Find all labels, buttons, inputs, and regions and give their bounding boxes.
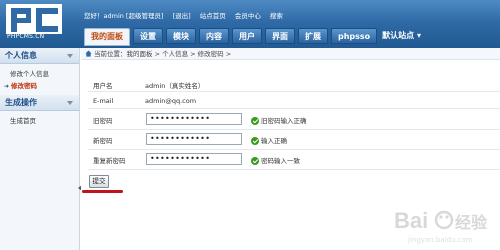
logout-link[interactable]: [退出] bbox=[173, 10, 191, 20]
header: PHPCMS.CN 您好！admin [超级管理员] [退出] 站点首页 会员中… bbox=[0, 0, 500, 48]
divider bbox=[88, 91, 500, 92]
email-label: E-mail bbox=[93, 97, 114, 105]
old-password-input[interactable]: •••••••••••• bbox=[146, 113, 242, 125]
repeat-password-tip-text: 密码输入一致 bbox=[261, 157, 300, 165]
sidebar-section-generate[interactable]: 生成操作 bbox=[0, 95, 79, 111]
sidebar-item-label: 修改密码 bbox=[11, 82, 38, 90]
submit-button[interactable]: 提交 bbox=[89, 175, 109, 188]
svg-text:Bai: Bai bbox=[394, 208, 428, 233]
old-password-row: 旧密码 •••••••••••• 旧密码输入正确 bbox=[88, 113, 348, 127]
logo-subtitle: PHPCMS.CN bbox=[7, 33, 45, 40]
top-links: 您好！admin [超级管理员] [退出] 站点首页 会员中心 搜索 bbox=[84, 10, 290, 20]
sidebar-section-title: 个人信息 bbox=[5, 51, 37, 60]
tab-interface[interactable]: 界面 bbox=[265, 28, 295, 44]
new-password-tip: 输入正确 bbox=[251, 135, 287, 145]
old-password-tip-text: 旧密码输入正确 bbox=[261, 117, 307, 125]
chevron-down-icon bbox=[67, 101, 73, 105]
greeting-text: 您好！admin [超级管理员] bbox=[84, 12, 164, 20]
search-link[interactable]: 搜索 bbox=[270, 10, 283, 20]
breadcrumb-text: 当前位置：我的面板 > 个人信息 > 修改密码 > bbox=[94, 50, 232, 58]
svg-text:经验: 经验 bbox=[455, 213, 488, 232]
repeat-password-input[interactable]: •••••••••••• bbox=[146, 153, 242, 165]
sidebar-item-edit-profile[interactable]: 修改个人信息 bbox=[0, 68, 79, 80]
username-row: 用户名 admin（真实姓名） bbox=[88, 78, 348, 92]
sidebar-section-title: 生成操作 bbox=[5, 98, 37, 107]
main-nav: 我的面板 设置 模块 内容 用户 界面 扩展 phpsso 默认站点 ▾ bbox=[84, 28, 421, 46]
sidebar: 个人信息 修改个人信息 ➜ 修改密码 生成操作 生成首页 bbox=[0, 48, 80, 250]
site-select[interactable]: 默认站点 ▾ bbox=[382, 28, 421, 44]
username-value: admin（真实姓名） bbox=[145, 82, 205, 90]
chevron-down-icon bbox=[67, 54, 73, 58]
member-center-link[interactable]: 会员中心 bbox=[235, 10, 261, 20]
sidebar-item-change-password[interactable]: ➜ 修改密码 bbox=[0, 80, 79, 92]
tab-users[interactable]: 用户 bbox=[232, 28, 262, 44]
tab-settings[interactable]: 设置 bbox=[133, 28, 163, 44]
repeat-password-label: 重复新密码 bbox=[93, 157, 126, 165]
new-password-label: 新密码 bbox=[93, 137, 113, 145]
caret-down-icon: ▾ bbox=[414, 31, 421, 40]
tab-phpsso[interactable]: phpsso bbox=[331, 28, 378, 44]
repeat-password-tip: 密码输入一致 bbox=[251, 155, 300, 165]
sidebar-section-personal-info[interactable]: 个人信息 bbox=[0, 48, 79, 64]
username-label: 用户名 bbox=[93, 82, 113, 90]
divider bbox=[88, 108, 500, 109]
email-row: E-mail admin@qq.com bbox=[88, 95, 348, 109]
logo[interactable]: PHPCMS.CN bbox=[0, 0, 80, 48]
tab-my-panel[interactable]: 我的面板 bbox=[84, 28, 130, 46]
phpcms-logo bbox=[6, 4, 62, 34]
site-home-link[interactable]: 站点首页 bbox=[200, 10, 226, 20]
old-password-tip: 旧密码输入正确 bbox=[251, 115, 307, 125]
svg-text:jingyan.baidu.com: jingyan.baidu.com bbox=[407, 236, 473, 244]
new-password-row: 新密码 •••••••••••• 输入正确 bbox=[88, 133, 348, 147]
home-icon bbox=[85, 50, 92, 57]
arrow-right-icon: ➜ bbox=[4, 83, 10, 90]
site-select-label: 默认站点 bbox=[382, 31, 415, 40]
baidu-jingyan-watermark: Bai 经验 jingyan.baidu.com bbox=[394, 208, 488, 244]
repeat-password-row: 重复新密码 •••••••••••• 密码输入一致 bbox=[88, 153, 348, 167]
tab-content[interactable]: 内容 bbox=[199, 28, 229, 44]
old-password-label: 旧密码 bbox=[93, 117, 113, 125]
divider bbox=[88, 129, 500, 130]
check-circle-icon bbox=[251, 137, 259, 145]
new-password-tip-text: 输入正确 bbox=[261, 137, 287, 145]
breadcrumb: 当前位置：我的面板 > 个人信息 > 修改密码 > bbox=[81, 48, 500, 60]
new-password-input[interactable]: •••••••••••• bbox=[146, 133, 242, 145]
red-underline-annotation bbox=[82, 190, 123, 193]
check-circle-icon bbox=[251, 117, 259, 125]
divider bbox=[88, 149, 500, 150]
check-circle-icon bbox=[251, 157, 259, 165]
tab-extensions[interactable]: 扩展 bbox=[298, 28, 328, 44]
email-value: admin@qq.com bbox=[145, 97, 197, 105]
tab-modules[interactable]: 模块 bbox=[166, 28, 196, 44]
divider bbox=[88, 169, 500, 170]
sidebar-item-generate-home[interactable]: 生成首页 bbox=[0, 115, 79, 127]
